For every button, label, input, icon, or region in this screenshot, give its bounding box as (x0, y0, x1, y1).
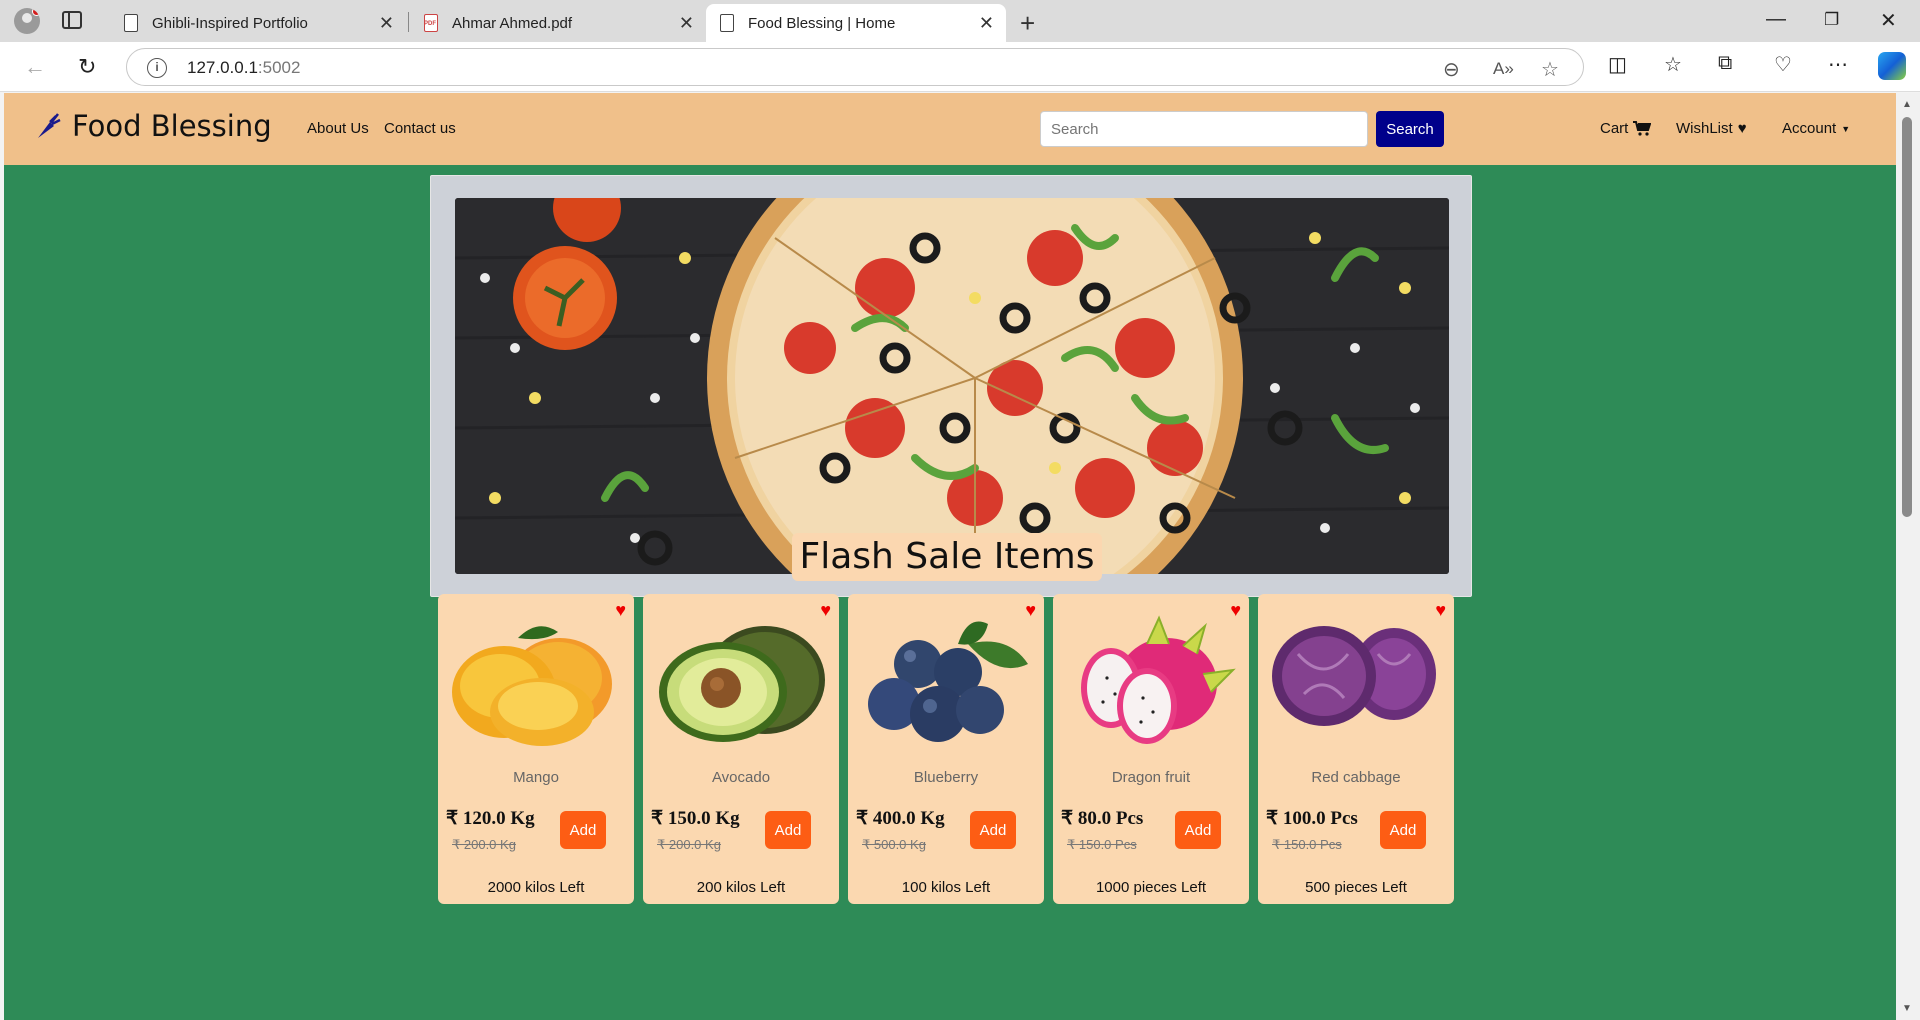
read-aloud-icon[interactable]: A» (1493, 59, 1514, 79)
tab-title: Ghibli-Inspired Portfolio (152, 14, 308, 32)
more-menu-icon[interactable]: ⋯ (1828, 52, 1848, 77)
nav-about-us[interactable]: About Us (307, 120, 369, 137)
cart-label: Cart (1600, 120, 1629, 137)
product-price: ₹ 100.0 Pcs (1266, 808, 1358, 829)
close-tab-icon[interactable]: ✕ (379, 13, 394, 34)
favorites-icon[interactable]: ☆ (1664, 52, 1682, 77)
stock-left: 1000 pieces Left (1095, 879, 1207, 896)
page-scrollbar[interactable]: ▲ ▼ (1896, 93, 1920, 1020)
dragon-fruit-image (1081, 615, 1236, 744)
brand-name: Food Blessing (72, 109, 272, 143)
reload-icon[interactable]: ↻ (78, 54, 96, 80)
close-tab-icon[interactable]: ✕ (979, 13, 994, 34)
product-card-blueberry: ♥ Blueberry ₹ 400.0 Kg ₹ 500.0 Kg Add 10… (848, 594, 1044, 904)
heart-icon: ♥ (1737, 120, 1747, 137)
wishlist-label: WishList (1676, 120, 1733, 137)
product-old-price: ₹ 500.0 Kg (862, 837, 926, 852)
split-screen-icon[interactable]: ◫ (1608, 52, 1627, 77)
new-tab-icon[interactable]: + (1020, 8, 1035, 39)
search-button[interactable]: Search (1376, 111, 1444, 147)
flash-sale-list: ♥ Mango ₹ 120.0 Kg ₹ 200.0 Kg Add 2000 k… (438, 594, 1454, 904)
avocado-image (659, 626, 825, 742)
flash-sale-title: Flash Sale Items (792, 533, 1102, 581)
pizza-illustration (455, 198, 1449, 574)
red-cabbage-image (1272, 626, 1436, 726)
account-label: Account (1782, 120, 1837, 137)
search-input[interactable] (1040, 111, 1368, 147)
cart-link[interactable]: Cart (1600, 120, 1652, 137)
product-price: ₹ 120.0 Kg (446, 808, 535, 829)
browser-essentials-icon[interactable]: ♡ (1774, 52, 1792, 77)
product-price: ₹ 80.0 Pcs (1061, 808, 1144, 829)
stock-left: 200 kilos Left (696, 879, 786, 896)
product-card-red-cabbage: ♥ Red cabbage ₹ 100.0 Pcs ₹ 150.0 Pcs Ad… (1258, 594, 1454, 904)
add-to-cart-button[interactable]: Add (1380, 811, 1426, 849)
favorite-star-icon[interactable]: ☆ (1541, 57, 1559, 82)
minimize-icon[interactable]: — (1766, 8, 1786, 31)
product-price: ₹ 150.0 Kg (651, 808, 740, 829)
account-dropdown[interactable]: Account ▼ (1782, 120, 1850, 137)
cart-icon (1633, 121, 1652, 136)
tab-title: Ahmar Ahmed.pdf (452, 14, 573, 32)
brand-logo[interactable]: Food Blessing (34, 109, 272, 143)
site-navbar: Food Blessing About Us Contact us Search… (4, 93, 1896, 165)
wishlist-link[interactable]: WishList ♥ (1676, 120, 1747, 137)
pizza-banner-image (455, 198, 1449, 574)
browser-tab-pdf[interactable]: Ahmar Ahmed.pdf ✕ (410, 4, 706, 42)
product-card-dragon-fruit: ♥ Dragon fruit ₹ 80.0 Pcs ₹ 150.0 Pcs Ad… (1053, 594, 1249, 904)
product-card-mango: ♥ Mango ₹ 120.0 Kg ₹ 200.0 Kg Add 2000 k… (438, 594, 634, 904)
tab-title: Food Blessing | Home (748, 14, 896, 32)
restore-icon[interactable]: ❐ (1824, 10, 1839, 30)
browser-tab-food-blessing[interactable]: Food Blessing | Home ✕ (706, 4, 1006, 42)
browser-tab-portfolio[interactable]: Ghibli-Inspired Portfolio ✕ (110, 4, 406, 42)
stock-left: 500 pieces Left (1305, 879, 1407, 896)
window-close-icon[interactable]: ✕ (1880, 8, 1897, 33)
product-old-price: ₹ 200.0 Kg (452, 837, 516, 852)
scroll-up-icon[interactable]: ▲ (1902, 99, 1912, 110)
close-tab-icon[interactable]: ✕ (679, 13, 694, 34)
zoom-out-icon[interactable]: ⊖ (1443, 57, 1460, 82)
caret-down-icon: ▼ (1841, 123, 1851, 134)
product-name: Blueberry (913, 769, 979, 786)
url-text: 127.0.0.1:5002 (187, 58, 301, 77)
browser-tab-strip: Ghibli-Inspired Portfolio ✕ Ahmar Ahmed.… (0, 0, 1920, 42)
product-old-price: ₹ 150.0 Pcs (1067, 837, 1137, 852)
product-name: Dragon fruit (1111, 769, 1191, 786)
tab-actions-icon[interactable] (62, 11, 82, 29)
page-icon (720, 14, 734, 32)
collections-icon[interactable]: ⧉ (1718, 52, 1732, 75)
product-card-avocado: ♥ Avocado ₹ 150.0 Kg ₹ 200.0 Kg Add 200 … (643, 594, 839, 904)
page-icon (124, 14, 138, 32)
product-old-price: ₹ 200.0 Kg (657, 837, 721, 852)
add-to-cart-button[interactable]: Add (560, 811, 606, 849)
blueberry-image (868, 621, 1028, 742)
nav-contact-us[interactable]: Contact us (384, 120, 456, 137)
carrot-icon (38, 113, 61, 138)
copilot-icon[interactable] (1878, 52, 1906, 80)
product-price: ₹ 400.0 Kg (856, 808, 945, 829)
product-name: Red cabbage (1311, 769, 1401, 786)
add-to-cart-button[interactable]: Add (970, 811, 1016, 849)
stock-left: 2000 kilos Left (487, 879, 585, 896)
add-to-cart-button[interactable]: Add (765, 811, 811, 849)
scroll-thumb[interactable] (1902, 117, 1912, 517)
address-bar: ← ↻ i 127.0.0.1:5002 ⊖ A» ☆ ◫ ☆ ⧉ ♡ ⋯ (0, 42, 1920, 92)
scroll-down-icon[interactable]: ▼ (1902, 1003, 1912, 1014)
mango-image (452, 626, 612, 746)
product-name: Mango (513, 769, 559, 786)
pdf-icon (424, 14, 438, 32)
stock-left: 100 kilos Left (901, 879, 991, 896)
product-old-price: ₹ 150.0 Pcs (1272, 837, 1342, 852)
site-info-icon[interactable]: i (147, 58, 167, 78)
profile-avatar-icon[interactable] (14, 8, 40, 34)
product-name: Avocado (711, 769, 771, 786)
add-to-cart-button[interactable]: Add (1175, 811, 1221, 849)
url-field[interactable]: i 127.0.0.1:5002 ⊖ A» ☆ (126, 48, 1584, 86)
back-icon[interactable]: ← (24, 54, 46, 80)
